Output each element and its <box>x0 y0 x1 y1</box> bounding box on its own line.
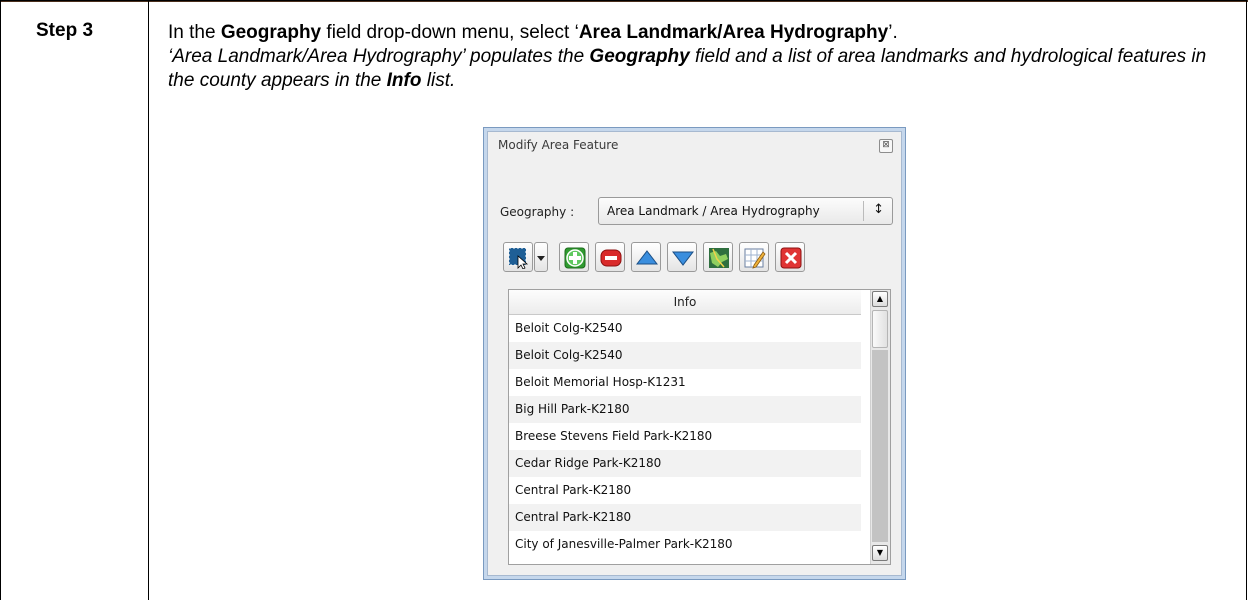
list-item[interactable]: Beloit Memorial Hosp-K1231 <box>509 369 861 396</box>
edit-icon <box>744 248 766 269</box>
list-item[interactable]: Beloit Colg-K2540 <box>509 315 861 342</box>
edit-table-button[interactable] <box>739 242 769 272</box>
vertical-scrollbar[interactable]: ▲ ▼ <box>870 290 890 564</box>
remove-icon <box>600 249 622 267</box>
text-run: ‘Area Landmark/Area Hydrography’ populat… <box>168 46 590 67</box>
geography-label: Geography : <box>500 205 575 219</box>
bold-geography: Geography <box>589 46 690 67</box>
text-run: In the <box>168 22 221 43</box>
scroll-up-icon[interactable]: ▲ <box>872 291 888 307</box>
dialog-title: Modify Area Feature <box>498 138 619 152</box>
scroll-thumb[interactable] <box>872 310 888 348</box>
dialog-body: Modify Area Feature ⊠ Geography : Area L… <box>487 131 902 576</box>
list-item[interactable]: Beloit Colg-K2540 <box>509 342 861 369</box>
dropdown-icon <box>537 256 545 261</box>
remove-button[interactable] <box>595 242 625 272</box>
list-item[interactable]: Breese Stevens Field Park-K2180 <box>509 423 861 450</box>
close-icon[interactable]: ⊠ <box>879 139 893 153</box>
scroll-track[interactable] <box>872 350 888 542</box>
move-down-icon <box>672 251 694 266</box>
add-button[interactable] <box>559 242 589 272</box>
chevron-updown-icon: ↕ <box>873 202 884 217</box>
select-feature-button[interactable] <box>503 242 533 272</box>
info-column-header[interactable]: Info <box>509 290 861 315</box>
bold-geography: Geography <box>220 22 322 43</box>
instruction-line-1: In the Geography field drop-down menu, s… <box>168 21 1228 45</box>
scroll-down-icon[interactable]: ▼ <box>872 545 888 561</box>
delete-button[interactable] <box>775 242 805 272</box>
map-button[interactable] <box>703 242 733 272</box>
bold-area-landmark: Area Landmark/Area Hydrography <box>578 22 889 43</box>
text-run: field drop-down menu, select ‘ <box>321 22 579 43</box>
list-item[interactable]: Central Park-K2180 <box>509 504 861 531</box>
text-run: ’. <box>888 22 898 43</box>
column-divider <box>148 0 149 600</box>
select-separator <box>863 201 864 221</box>
bold-info: Info <box>386 70 422 91</box>
move-up-icon <box>636 250 658 265</box>
move-up-button[interactable] <box>631 242 661 272</box>
delete-icon <box>780 247 802 269</box>
move-down-button[interactable] <box>667 242 697 272</box>
geography-select[interactable]: Area Landmark / Area Hydrography ↕ <box>598 197 893 225</box>
geography-select-value: Area Landmark / Area Hydrography <box>607 204 820 218</box>
info-rows: Beloit Colg-K2540 Beloit Colg-K2540 Belo… <box>509 315 861 558</box>
info-list: Info Beloit Colg-K2540 Beloit Colg-K2540… <box>508 289 891 565</box>
text-run: list. <box>421 70 456 91</box>
select-mode-dropdown[interactable] <box>534 242 548 272</box>
instruction-text: In the Geography field drop-down menu, s… <box>168 21 1228 93</box>
list-item[interactable]: Big Hill Park-K2180 <box>509 396 861 423</box>
instruction-line-2: ‘Area Landmark/Area Hydrography’ populat… <box>168 45 1228 93</box>
add-icon <box>564 247 586 269</box>
toolbar <box>503 242 898 276</box>
list-item[interactable]: City of Janesville-Palmer Park-K2180 <box>509 531 861 558</box>
select-icon <box>508 247 529 269</box>
modify-area-feature-dialog: Modify Area Feature ⊠ Geography : Area L… <box>483 127 906 580</box>
list-item[interactable]: Cedar Ridge Park-K2180 <box>509 450 861 477</box>
list-item[interactable]: Central Park-K2180 <box>509 477 861 504</box>
map-icon <box>709 248 729 268</box>
step-label: Step 3 <box>36 20 94 41</box>
